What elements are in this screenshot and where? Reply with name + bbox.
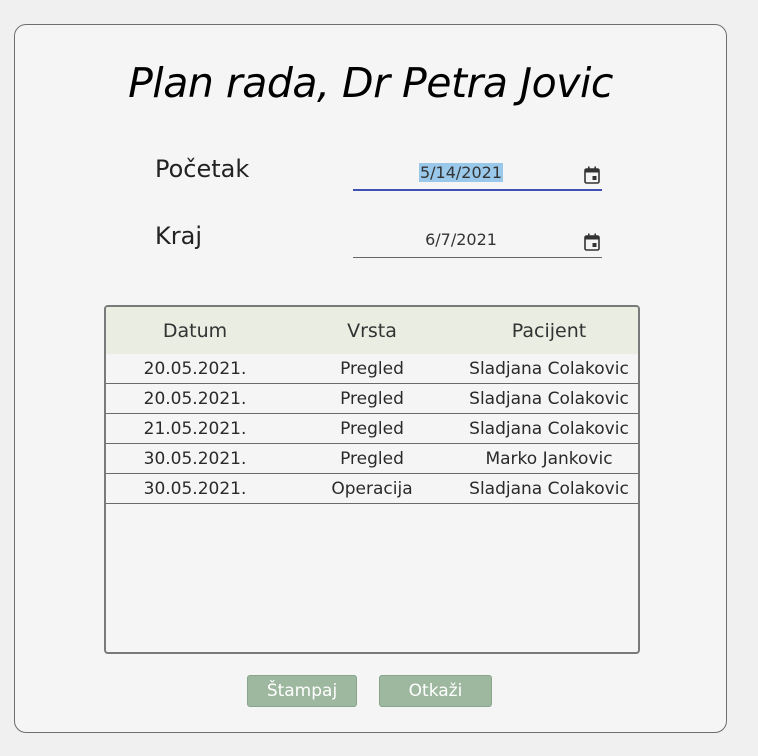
work-plan-dialog: Plan rada, Dr Petra Jovic Početak 5/14/2… (14, 24, 727, 733)
column-header-datum[interactable]: Datum (106, 320, 284, 342)
table-row[interactable]: 30.05.2021. Operacija Sladjana Colakovic (106, 474, 638, 504)
print-button[interactable]: Štampaj (247, 675, 357, 707)
cell-pacijent: Marko Jankovic (485, 448, 613, 469)
start-date-value: 5/14/2021 (418, 163, 504, 182)
cell-datum: 21.05.2021. (143, 418, 247, 439)
page-title: Plan rada, Dr Petra Jovic (128, 59, 613, 107)
table-row[interactable]: 30.05.2021. Pregled Marko Jankovic (106, 444, 638, 474)
cell-datum: 30.05.2021. (143, 478, 247, 499)
start-date-label: Početak (155, 155, 250, 183)
cell-vrsta: Pregled (340, 448, 404, 469)
end-date-label: Kraj (155, 222, 202, 250)
calendar-icon[interactable] (584, 233, 600, 251)
table-row[interactable]: 20.05.2021. Pregled Sladjana Colakovic (106, 384, 638, 414)
calendar-icon[interactable] (584, 166, 600, 184)
cell-datum: 30.05.2021. (143, 448, 247, 469)
column-header-vrsta[interactable]: Vrsta (284, 320, 460, 342)
cell-vrsta: Pregled (340, 358, 404, 379)
column-header-pacijent[interactable]: Pacijent (460, 320, 638, 342)
cell-vrsta: Operacija (331, 478, 413, 499)
cell-pacijent: Sladjana Colakovic (469, 418, 629, 439)
cell-pacijent: Sladjana Colakovic (469, 478, 629, 499)
end-date-field[interactable]: 6/7/2021 (353, 224, 602, 258)
table-row[interactable]: 20.05.2021. Pregled Sladjana Colakovic (106, 354, 638, 384)
appointments-table: Datum Vrsta Pacijent 20.05.2021. Pregled… (104, 305, 640, 654)
table-row[interactable]: 21.05.2021. Pregled Sladjana Colakovic (106, 414, 638, 444)
cell-datum: 20.05.2021. (143, 358, 247, 379)
table-header: Datum Vrsta Pacijent (106, 307, 638, 354)
start-date-field[interactable]: 5/14/2021 (353, 157, 602, 191)
cell-pacijent: Sladjana Colakovic (469, 358, 629, 379)
cell-vrsta: Pregled (340, 388, 404, 409)
cell-vrsta: Pregled (340, 418, 404, 439)
end-date-value: 6/7/2021 (425, 230, 497, 249)
cancel-button[interactable]: Otkaži (379, 675, 492, 707)
cell-datum: 20.05.2021. (143, 388, 247, 409)
cell-pacijent: Sladjana Colakovic (469, 388, 629, 409)
